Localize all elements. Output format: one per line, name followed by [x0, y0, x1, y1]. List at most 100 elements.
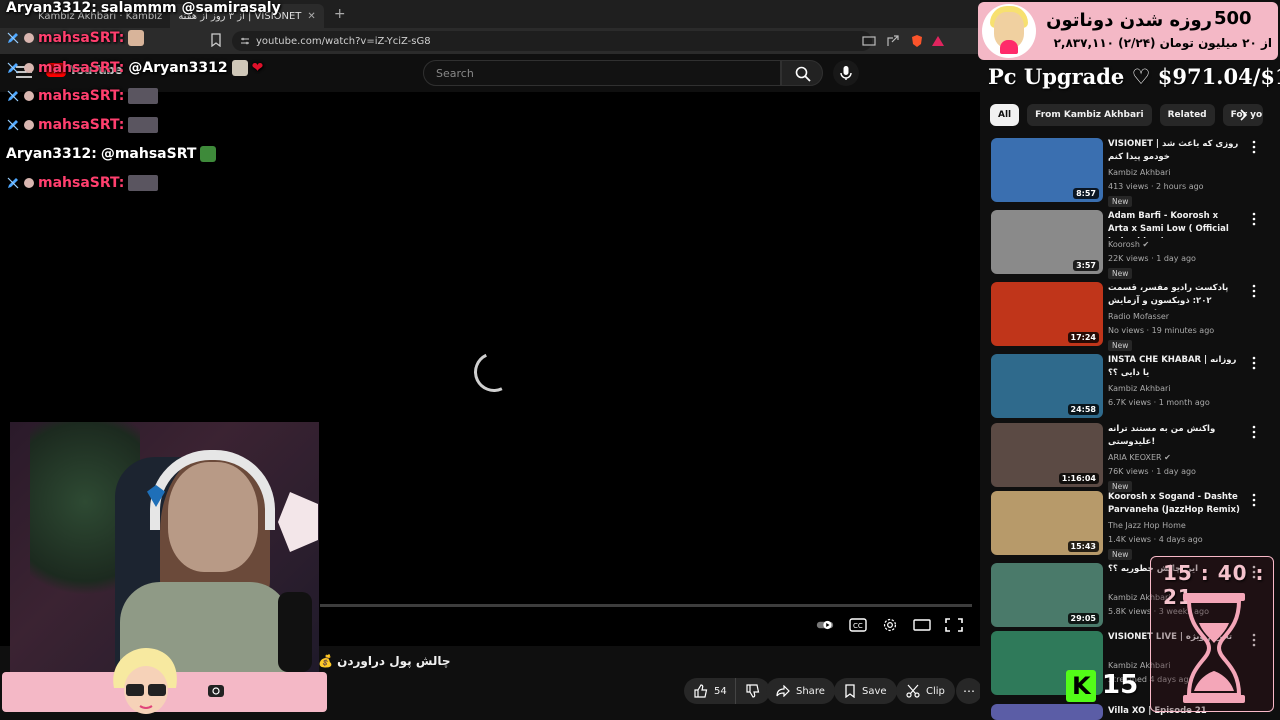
more-vert-icon[interactable] [1249, 356, 1259, 370]
search-input[interactable]: Search [423, 60, 781, 86]
video-duration: 24:58 [1067, 404, 1099, 415]
settings-gear-icon[interactable] [881, 618, 899, 632]
list-item[interactable]: 15:43 Koorosh x Sogand - Dashte Parvaneha… [991, 491, 1271, 560]
share-icon [776, 685, 790, 697]
video-duration: 1:16:04 [1058, 473, 1099, 484]
bookmark-icon[interactable] [210, 33, 222, 47]
channel-name[interactable]: Radio Mofasser [1108, 312, 1169, 321]
clip-button-wrap: Clip [896, 678, 955, 704]
donation-subtitle: از ۲۰ میلیون تومان (۲/۲۴) ۲,۸۳۷,۱۱۰ [1053, 36, 1272, 50]
new-badge: New [1108, 196, 1133, 207]
recommendation-title[interactable]: واکنش من به مستند ترانه علیدوستی! [1108, 423, 1240, 449]
chip-from-channel[interactable]: From Kambiz Akhbari [1027, 104, 1152, 126]
search-icon [795, 66, 811, 82]
subtitles-icon[interactable]: CC [849, 618, 867, 632]
recommendation-title[interactable]: INSTA CHE KHABAR | روزانه یا دایی ؟؟ [1108, 354, 1240, 380]
channel-name[interactable]: Kambiz Akhbari [1108, 168, 1171, 177]
brave-shield-icon[interactable] [910, 34, 924, 48]
channel-name[interactable]: Koorosh ✔ [1108, 240, 1149, 249]
youtube-play-icon [46, 63, 66, 77]
streamer-webcam [10, 422, 319, 672]
video-thumbnail[interactable]: 15:43 [991, 491, 1103, 555]
recommendation-title[interactable]: VISIONET | روزی که باعث شد خودمو پیدا کن… [1108, 138, 1240, 164]
list-item[interactable]: 17:24 پادکست رادیو مفسر، قسمت ۲۰۲: ذوبکسو… [991, 282, 1271, 351]
close-tab-icon[interactable]: ✕ [307, 11, 315, 22]
channel-name-text: Kambiz Akhbari [1108, 168, 1171, 177]
list-item[interactable]: 24:58 INSTA CHE KHABAR | روزانه یا دایی ؟… [991, 354, 1271, 418]
chip-related[interactable]: Related [1159, 104, 1215, 126]
save-button[interactable]: Save [834, 678, 897, 704]
recommendation-title[interactable]: Koorosh x Sogand - Dashte Parvaneha (Jaz… [1108, 491, 1240, 517]
thumbs-down-icon [746, 684, 759, 698]
more-actions-wrap: ⋯ [956, 678, 982, 704]
video-thumbnail[interactable]: 8:57 [991, 138, 1103, 202]
youtube-header: YouTube Search [0, 54, 980, 92]
video-meta: 1.4K views · 4 days ago [1108, 535, 1203, 544]
video-duration: 29:05 [1067, 613, 1099, 624]
more-actions-button[interactable]: ⋯ [956, 678, 982, 704]
recommendation-title[interactable]: پادکست رادیو مفسر، قسمت ۲۰۲: ذوبکسون و آ… [1108, 282, 1240, 310]
microphone-icon [840, 66, 852, 80]
list-item[interactable]: 3:57 Adam Barfi - Koorosh x Arta x Sami L… [991, 210, 1271, 279]
browser-tab[interactable]: Kambiz Akhbari · Kambiz [30, 4, 170, 28]
share-page-icon[interactable] [886, 34, 900, 48]
theater-mode-icon[interactable] [913, 618, 931, 632]
video-duration: 8:57 [1073, 188, 1099, 199]
video-thumbnail[interactable]: 17:24 [991, 282, 1103, 346]
list-item[interactable]: 8:57 VISIONET | روزی که باعث شد خودمو پید… [991, 138, 1271, 207]
voice-search-button[interactable] [833, 60, 859, 86]
share-label: Share [796, 685, 825, 697]
video-thumbnail[interactable]: 1:16:04 [991, 423, 1103, 487]
donation-number: 500 [1214, 8, 1252, 29]
autoplay-toggle[interactable] [816, 618, 834, 632]
search-button[interactable] [781, 60, 823, 86]
video-thumbnail[interactable]: 29:05 [991, 563, 1103, 627]
recommendation-title[interactable]: Adam Barfi - Koorosh x Arta x Sami Low (… [1108, 210, 1240, 238]
countdown-timer: 15 : 40 : 21 [1150, 556, 1274, 712]
youtube-logo[interactable]: YouTube [46, 63, 123, 77]
video-thumbnail[interactable] [991, 704, 1103, 720]
video-thumbnail[interactable]: 24:58 [991, 354, 1103, 418]
channel-name[interactable]: Kambiz Akhbari [1108, 384, 1171, 393]
loading-spinner [468, 346, 520, 398]
more-vert-icon[interactable] [1249, 140, 1259, 154]
channel-name[interactable]: The Jazz Hop Home [1108, 521, 1186, 530]
url-field[interactable]: youtube.com/watch?v=iZ-YciZ-sG8 [232, 31, 872, 51]
like-button[interactable]: 54 [684, 678, 735, 704]
more-vert-icon[interactable] [1249, 493, 1259, 507]
more-vert-icon[interactable] [1249, 212, 1259, 226]
chevron-right-icon[interactable] [1236, 108, 1250, 122]
more-vert-icon[interactable] [1249, 425, 1259, 439]
progress-bar[interactable] [320, 604, 972, 607]
video-meta: 22K views · 1 day ago [1108, 254, 1196, 263]
browser-tab-active[interactable]: از ۳ روز از هفته | VISIONET ✕ [170, 4, 324, 28]
share-button-wrap: Share [766, 678, 835, 704]
cartoon-avatar [113, 648, 177, 714]
clip-label: Clip [926, 685, 945, 697]
hourglass-icon [1183, 593, 1245, 703]
save-button-wrap: Save [834, 678, 897, 704]
video-meta: 6.7K views · 1 month ago [1108, 398, 1210, 407]
cast-icon[interactable] [862, 34, 876, 48]
channel-name[interactable]: ARIA KEOXER ✔ [1108, 453, 1171, 462]
more-vert-icon[interactable] [1249, 284, 1259, 298]
address-bar: youtube.com/watch?v=iZ-YciZ-sG8 [0, 28, 980, 54]
light-panel [278, 492, 318, 552]
dislike-button[interactable] [734, 678, 770, 704]
youtube-logo-text: YouTube [69, 63, 123, 77]
channel-name-text: ARIA KEOXER [1108, 453, 1162, 462]
video-thumbnail[interactable]: 3:57 [991, 210, 1103, 274]
more-dots-icon: ⋯ [963, 684, 975, 698]
video-duration: 17:24 [1067, 332, 1099, 343]
list-item[interactable]: 1:16:04 واکنش من به مستند ترانه علیدوستی!… [991, 423, 1271, 492]
rewards-icon[interactable] [931, 34, 945, 48]
viewer-count: 15 [1102, 670, 1139, 700]
new-tab-button[interactable]: + [334, 6, 346, 22]
site-info-icon[interactable] [240, 36, 250, 46]
share-button[interactable]: Share [766, 678, 835, 704]
menu-icon[interactable] [16, 66, 32, 78]
fullscreen-icon[interactable] [945, 618, 963, 632]
chip-all[interactable]: All [990, 104, 1020, 126]
clip-button[interactable]: Clip [896, 678, 955, 704]
verified-icon: ✔ [1142, 240, 1150, 249]
